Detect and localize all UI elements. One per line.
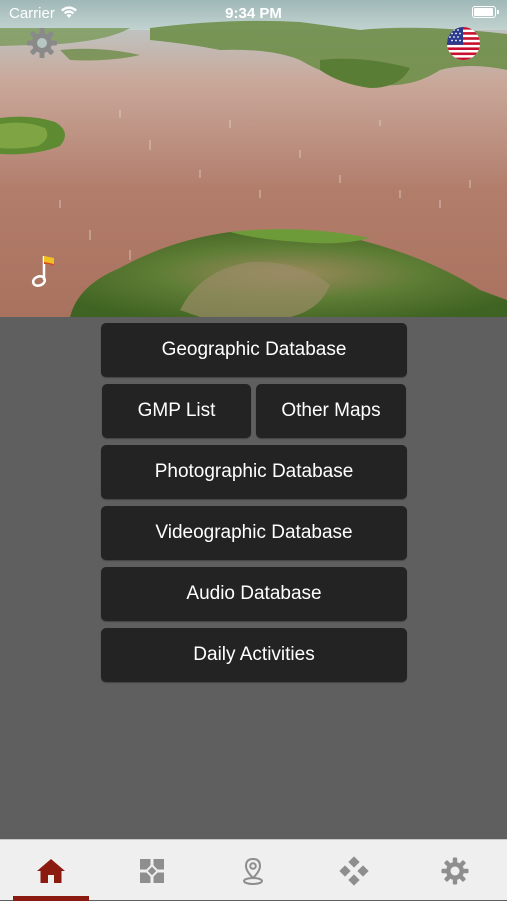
hero-image: Carrier 9:34 PM [0,0,507,317]
active-tab-indicator [13,896,89,901]
tab-grid[interactable] [101,840,202,901]
app-screen: Carrier 9:34 PM Geographic Database GMP … [0,0,507,901]
status-bar: Carrier 9:34 PM [0,0,507,28]
status-time: 9:34 PM [225,5,282,22]
videographic-database-button[interactable]: Videographic Database [101,506,407,560]
tab-home[interactable] [0,840,101,901]
photographic-database-button[interactable]: Photographic Database [101,445,407,499]
us-flag-icon[interactable] [447,27,480,60]
geographic-database-button[interactable]: Geographic Database [101,323,407,377]
other-maps-button[interactable]: Other Maps [256,384,406,438]
tab-bar [0,839,507,901]
home-icon [36,858,65,883]
tab-settings[interactable] [404,840,505,901]
diamond-grid-icon [338,855,369,886]
audio-database-button[interactable]: Audio Database [101,567,407,621]
grid-icon [139,858,164,883]
battery-icon [472,6,499,18]
gmp-list-button[interactable]: GMP List [102,384,251,438]
tab-diamond[interactable] [303,840,404,901]
daily-activities-button[interactable]: Daily Activities [101,628,407,682]
tab-location[interactable] [202,840,303,901]
gear-icon [441,857,468,884]
aerial-lake-photo [0,0,507,317]
battery-level [474,8,493,16]
music-note-icon[interactable] [30,252,58,290]
main-menu: Geographic Database GMP List Other Maps … [0,317,507,839]
settings-gear-icon[interactable] [26,27,58,59]
location-pin-icon [242,857,263,885]
